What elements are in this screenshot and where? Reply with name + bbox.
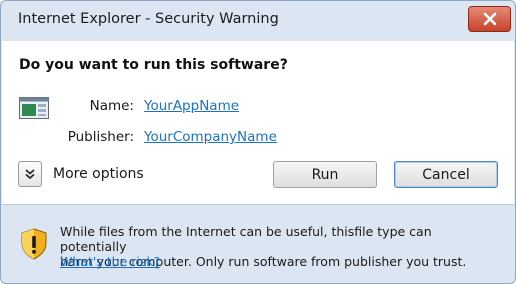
warning-line-1: While files from the Internet can be use… (60, 224, 432, 254)
publisher-name-link[interactable]: YourCompanyName (144, 129, 277, 145)
divider (2, 204, 514, 205)
app-name-link[interactable]: YourAppName (144, 98, 239, 114)
dialog-content: Do you want to run this software? Name: … (2, 41, 514, 204)
double-chevron-down-icon (25, 169, 35, 180)
application-icon (19, 97, 49, 119)
publisher-label: Publisher: (67, 129, 134, 145)
close-icon (483, 12, 496, 26)
cancel-button[interactable]: Cancel (394, 161, 498, 188)
whats-the-risk-link[interactable]: What's the risk? (60, 254, 160, 269)
warning-shield-icon (21, 228, 47, 260)
security-warning-dialog: Internet Explorer - Security Warning Do … (0, 0, 516, 284)
close-button[interactable] (468, 6, 511, 32)
name-label: Name: (89, 98, 134, 114)
dialog-headline: Do you want to run this software? (19, 57, 288, 73)
more-options-label[interactable]: More options (53, 166, 144, 182)
more-options-expander[interactable] (18, 161, 42, 187)
window-title: Internet Explorer - Security Warning (18, 11, 279, 27)
title-bar: Internet Explorer - Security Warning (1, 1, 515, 41)
run-button[interactable]: Run (273, 161, 377, 188)
warning-footer: While files from the Internet can be use… (2, 204, 514, 282)
